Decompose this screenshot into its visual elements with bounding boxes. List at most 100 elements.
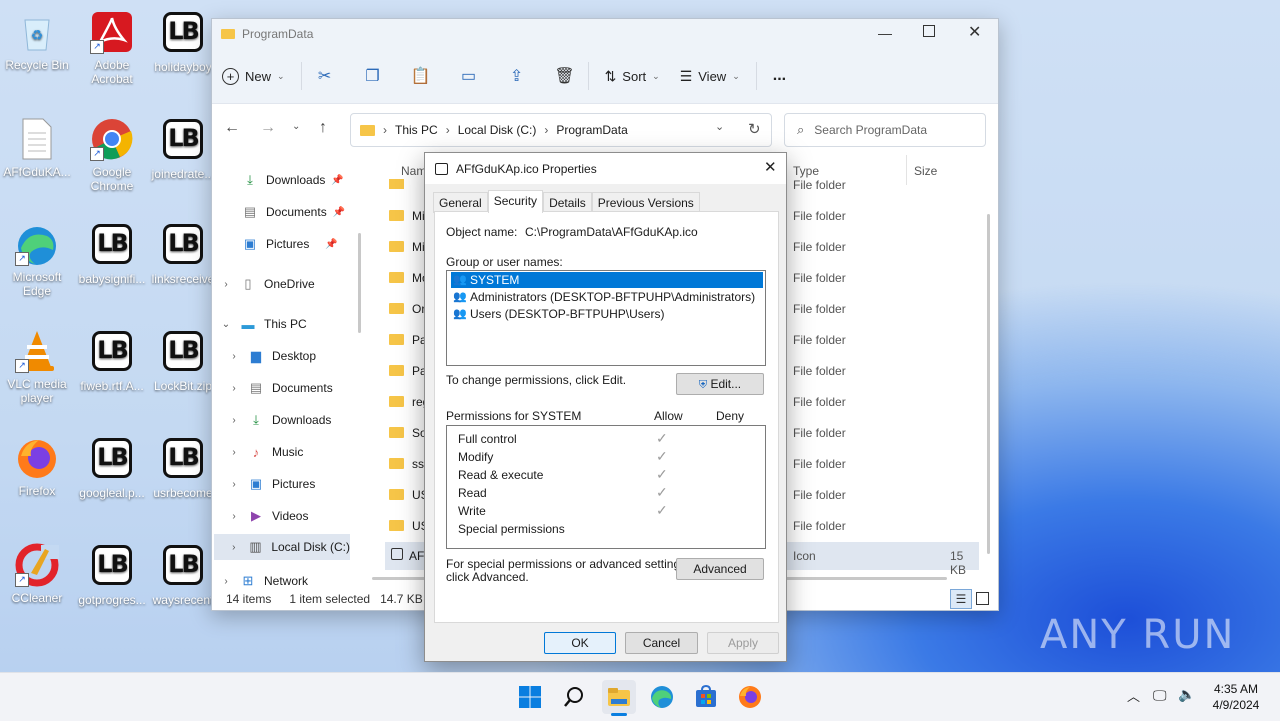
desktop-icon-lockbit-file[interactable]: LB babysignifi... xyxy=(77,222,147,286)
nav-item-this-pc[interactable]: ⌄ ▬ This PC xyxy=(218,311,307,337)
new-button[interactable]: + New ⌄ xyxy=(212,59,295,93)
delete-icon[interactable]: 🗑 xyxy=(548,59,582,93)
ok-button[interactable]: OK xyxy=(544,632,616,654)
desktop-icon-lockbit-file[interactable]: LB gotprogres... xyxy=(77,543,147,607)
breadcrumb-programdata[interactable]: ProgramData xyxy=(556,123,627,137)
share-icon[interactable]: ⇪ xyxy=(500,59,534,93)
nav-item-downloads[interactable]: › ⤓ Downloads xyxy=(226,407,331,433)
nav-scrollbar[interactable] xyxy=(358,233,361,333)
cut-icon[interactable]: ✂ xyxy=(308,59,342,93)
chevron-down-icon[interactable]: ⌄ xyxy=(715,120,724,133)
volume-icon[interactable]: 🔈 xyxy=(1178,686,1195,703)
address-bar[interactable]: › This PC › Local Disk (C:) › ProgramDat… xyxy=(350,113,772,147)
desktop-icon-chrome[interactable]: ↗ Google Chrome xyxy=(77,117,147,193)
taskbar-firefox[interactable] xyxy=(733,680,767,714)
nav-item-pictures[interactable]: › ▣ Pictures xyxy=(226,471,315,497)
search-button[interactable] xyxy=(557,680,591,714)
chevron-down-icon: ⌄ xyxy=(277,70,285,81)
close-icon[interactable]: ✕ xyxy=(968,22,981,42)
tiles-view-icon[interactable] xyxy=(976,592,989,605)
taskbar-store[interactable] xyxy=(689,680,723,714)
cancel-button[interactable]: Cancel xyxy=(625,632,698,654)
forward-arrow-icon[interactable]: → xyxy=(260,119,276,137)
column-header-type[interactable]: Type xyxy=(793,164,819,178)
chevron-up-icon[interactable]: ︿ xyxy=(1127,686,1140,705)
desktop-icon-acrobat[interactable]: ↗ Adobe Acrobat xyxy=(77,10,147,86)
desktop-icon-lockbit-file[interactable]: LB joinedrate... xyxy=(148,117,218,181)
tab-general[interactable]: General xyxy=(433,192,488,213)
firefox-icon xyxy=(15,436,59,480)
maximize-icon[interactable] xyxy=(923,25,935,37)
tab-details[interactable]: Details xyxy=(543,192,592,213)
nav-item-downloads-pinned[interactable]: ⤓ Downloads 📌 xyxy=(242,167,344,193)
refresh-icon[interactable]: ↻ xyxy=(748,120,761,138)
apply-button[interactable]: Apply xyxy=(707,632,779,654)
taskbar-file-explorer[interactable] xyxy=(602,680,636,716)
paste-icon[interactable]: 📋 xyxy=(404,59,438,93)
edit-button[interactable]: ⛨ Edit... xyxy=(676,373,764,395)
user-list[interactable]: 👥 SYSTEM 👥 Administrators (DESKTOP-BFTPU… xyxy=(446,270,766,366)
properties-dialog: AFfGduKAp.ico Properties ✕ General Secur… xyxy=(424,152,787,662)
advanced-info-text-2: click Advanced. xyxy=(446,570,529,584)
desktop-icon-edge[interactable]: ↗ Microsoft Edge xyxy=(2,222,72,298)
desktop-icon-lockbit-file[interactable]: LB usrbecome xyxy=(148,436,218,500)
desktop-icon-lockbit-file[interactable]: LB holidayboy xyxy=(148,10,218,74)
more-options-button[interactable]: ... xyxy=(763,59,796,93)
column-header-size[interactable]: Size xyxy=(914,164,937,178)
nav-item-documents[interactable]: › ▤ Documents xyxy=(226,375,332,401)
details-view-icon[interactable]: ☰ xyxy=(950,589,972,609)
up-arrow-icon[interactable]: ↑ xyxy=(319,119,327,137)
column-header-name[interactable]: Nam xyxy=(401,164,426,178)
taskbar: ︿ 🖵 🔈 4:35 AM 4/9/2024 xyxy=(0,672,1280,721)
desktop-icon-lockbit-file[interactable]: LB linksreceive xyxy=(148,222,218,286)
back-arrow-icon[interactable]: ← xyxy=(224,119,240,137)
status-selected: 1 item selected xyxy=(289,592,371,606)
copy-icon[interactable]: ❐ xyxy=(356,59,390,93)
nav-item-documents-pinned[interactable]: ▤ Documents 📌 xyxy=(242,199,345,225)
advanced-button[interactable]: Advanced xyxy=(676,558,764,580)
file-list-scrollbar[interactable] xyxy=(987,214,990,554)
nav-item-local-disk[interactable]: › ▥ Local Disk (C:) xyxy=(214,534,350,560)
breadcrumb-this-pc[interactable]: This PC xyxy=(395,123,438,137)
rename-icon[interactable]: ▭ xyxy=(452,59,486,93)
chevron-right-icon: › xyxy=(232,382,236,394)
desktop-icon-recycle-bin[interactable]: ♻ Recycle Bin xyxy=(2,10,72,72)
download-icon: ⤓ xyxy=(247,172,253,187)
desktop-icon-lockbit-file[interactable]: LB googleal.p... xyxy=(77,436,147,500)
nav-item-onedrive[interactable]: › ▯ OneDrive xyxy=(218,271,314,297)
permission-full-control: Full control xyxy=(458,432,517,446)
tab-previous-versions[interactable]: Previous Versions xyxy=(591,192,700,213)
network-icon[interactable]: 🖵 xyxy=(1153,687,1167,704)
nav-item-pictures-pinned[interactable]: ▣ Pictures 📌 xyxy=(242,231,338,257)
user-list-item-system[interactable]: 👥 SYSTEM xyxy=(451,272,763,288)
sort-button[interactable]: ⇅ Sort ⌄ xyxy=(595,59,670,93)
nav-item-videos[interactable]: › ▶ Videos xyxy=(226,503,308,529)
tab-security[interactable]: Security xyxy=(487,190,544,213)
permission-read: Read xyxy=(458,486,487,500)
clock[interactable]: 4:35 AM 4/9/2024 xyxy=(1205,681,1267,713)
nav-item-music[interactable]: › ♪ Music xyxy=(226,439,303,465)
start-button[interactable] xyxy=(513,680,547,714)
nav-item-network[interactable]: › ⊞ Network xyxy=(218,573,308,589)
close-icon[interactable]: ✕ xyxy=(764,158,777,176)
permissions-list[interactable]: Full control ✓ Modify ✓ Read & execute ✓… xyxy=(446,425,766,549)
desktop-icon-lockbit-file[interactable]: LB waysrecent xyxy=(148,543,218,607)
recycle-bin-icon: ♻ xyxy=(15,10,59,54)
folder-icon xyxy=(389,241,404,252)
minimize-icon[interactable]: — xyxy=(878,25,892,41)
view-button[interactable]: ☰ View ⌄ xyxy=(670,59,750,93)
computer-icon: ▬ xyxy=(241,316,255,332)
desktop-icon-firefox[interactable]: Firefox xyxy=(2,436,72,498)
desktop-icon-vlc[interactable]: ↗ VLC media player xyxy=(2,329,72,405)
desktop-icon-ico-file[interactable]: AFfGduKA... xyxy=(2,117,72,179)
search-input[interactable]: ⌕ Search ProgramData xyxy=(784,113,986,147)
breadcrumb-local-disk[interactable]: Local Disk (C:) xyxy=(458,123,537,137)
nav-item-desktop[interactable]: › ▆ Desktop xyxy=(226,343,316,369)
chevron-down-icon: ⌄ xyxy=(221,318,231,330)
desktop-icon-ccleaner[interactable]: ↗ CCleaner xyxy=(2,543,72,605)
recent-locations-chevron-icon[interactable]: ⌄ xyxy=(292,121,300,132)
desktop-icon-lockbit-file[interactable]: LB fiweb.rtf.A... xyxy=(77,329,147,393)
desktop-icon-lockbit-file[interactable]: LB LockBit.zip xyxy=(148,329,218,393)
taskbar-edge[interactable] xyxy=(645,680,679,714)
permissions-for-label: Permissions for SYSTEM xyxy=(446,409,582,423)
